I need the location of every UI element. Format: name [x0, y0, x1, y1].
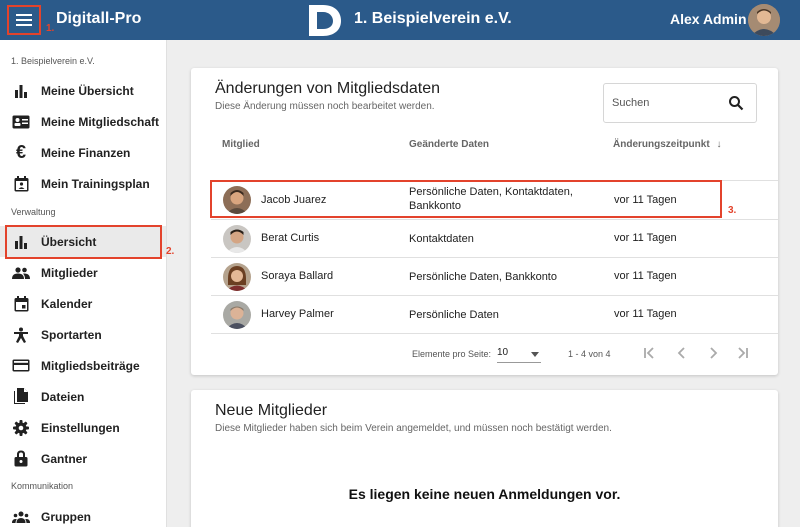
- sidebar: 1. Beispielverein e.V. Meine Übersicht M…: [0, 40, 167, 527]
- sidebar-item-meine-mitgliedschaft[interactable]: Meine Mitgliedschaft: [0, 106, 166, 137]
- sidebar-club-label: 1. Beispielverein e.V.: [11, 56, 95, 66]
- sidebar-item-meine-uebersicht[interactable]: Meine Übersicht: [0, 75, 166, 106]
- annotation-number: 1.: [46, 23, 55, 34]
- first-page-icon[interactable]: [643, 346, 657, 360]
- sidebar-item-label: Gruppen: [41, 509, 91, 524]
- sidebar-item-mitglieder[interactable]: Mitglieder: [0, 257, 166, 288]
- credit-card-icon: [12, 357, 30, 375]
- avatar: [223, 225, 251, 253]
- member-name: Berat Curtis: [261, 232, 320, 244]
- user-name[interactable]: Alex Admin: [670, 11, 747, 27]
- sidebar-section-verwaltung: Verwaltung: [11, 207, 56, 217]
- annotation-box-menu: [7, 5, 41, 35]
- change-time: vor 11 Tagen: [614, 270, 677, 282]
- sidebar-item-label: Dateien: [41, 389, 85, 404]
- column-header-member[interactable]: Mitglied: [222, 139, 260, 150]
- change-time: vor 11 Tagen: [614, 308, 677, 320]
- table-row[interactable]: Harvey Palmer Persönliche Daten vor 11 T…: [211, 296, 778, 334]
- column-header-changed[interactable]: Geänderte Daten: [409, 139, 489, 150]
- people-icon: [12, 264, 30, 282]
- pager-per-page-label: Elemente pro Seite:: [412, 349, 492, 359]
- sidebar-item-gantner[interactable]: Gantner: [0, 443, 166, 474]
- calendar-person-icon: [12, 175, 30, 193]
- sidebar-item-sportarten[interactable]: Sportarten: [0, 319, 166, 350]
- files-icon: [12, 388, 30, 406]
- sidebar-item-label: Gantner: [41, 451, 88, 466]
- person-sport-icon: [12, 326, 30, 344]
- pager-range: 1 - 4 von 4: [568, 349, 611, 359]
- member-name: Soraya Ballard: [261, 270, 334, 282]
- new-members-card: Neue Mitglieder Diese Mitglieder haben s…: [191, 390, 778, 527]
- avatar: [223, 301, 251, 329]
- club-title: 1. Beispielverein e.V.: [354, 10, 512, 27]
- card-subtitle: Diese Änderung müssen noch bearbeitet we…: [215, 101, 435, 112]
- sidebar-item-label: Mein Trainingsplan: [41, 176, 150, 191]
- changed-data: Persönliche Daten, Bankkonto: [409, 271, 557, 283]
- next-page-icon[interactable]: [706, 346, 720, 360]
- card-title: Neue Mitglieder: [215, 402, 328, 419]
- sidebar-item-label: Sportarten: [41, 327, 102, 342]
- annotation-number: 2.: [166, 246, 175, 257]
- sidebar-item-label: Mitglieder: [41, 265, 98, 280]
- search-field[interactable]: [603, 83, 757, 123]
- app-title: Digitall-Pro: [56, 10, 142, 27]
- annotation-box-row: [210, 180, 722, 218]
- per-page-select[interactable]: 10: [497, 347, 541, 363]
- changed-data: Persönliche Daten: [409, 309, 499, 321]
- member-changes-card: Änderungen von Mitgliedsdaten Diese Ände…: [191, 68, 778, 375]
- arrow-down-icon: ↓: [716, 139, 722, 150]
- card-subtitle: Diese Mitglieder haben sich beim Verein …: [215, 423, 612, 434]
- changed-data: Kontaktdaten: [409, 233, 474, 245]
- sidebar-item-mitgliedsbeitraege[interactable]: Mitgliedsbeiträge: [0, 350, 166, 381]
- euro-icon: €: [15, 142, 26, 162]
- bar-chart-icon: [12, 82, 30, 100]
- top-app-bar: Digitall-Pro 1. Beispielverein e.V. Alex…: [0, 0, 800, 40]
- sidebar-item-label: Einstellungen: [41, 420, 120, 435]
- empty-state-message: Es liegen keine neuen Anmeldungen vor.: [348, 486, 621, 502]
- dropdown-arrow-icon: [531, 352, 539, 357]
- sidebar-section-kommunikation: Kommunikation: [11, 481, 74, 491]
- sidebar-item-gruppen[interactable]: Gruppen: [0, 501, 166, 527]
- table-row[interactable]: Berat Curtis Kontaktdaten vor 11 Tagen: [211, 220, 778, 258]
- column-header-time-label: Änderungszeitpunkt: [613, 139, 710, 150]
- lock-icon: [12, 450, 30, 468]
- table-row[interactable]: Soraya Ballard Persönliche Daten, Bankko…: [211, 258, 778, 296]
- change-time: vor 11 Tagen: [614, 232, 677, 244]
- last-page-icon[interactable]: [735, 346, 749, 360]
- sidebar-item-label: Meine Übersicht: [41, 83, 134, 98]
- search-input[interactable]: [604, 84, 724, 122]
- search-icon[interactable]: [728, 95, 744, 111]
- card-title: Änderungen von Mitgliedsdaten: [215, 80, 441, 97]
- sidebar-item-label: Meine Finanzen: [41, 145, 131, 160]
- calendar-icon: [12, 295, 30, 313]
- column-header-time[interactable]: Änderungszeitpunkt ↓: [613, 139, 721, 150]
- sidebar-item-einstellungen[interactable]: Einstellungen: [0, 412, 166, 443]
- sidebar-item-label: Mitgliedsbeiträge: [41, 358, 140, 373]
- previous-page-icon[interactable]: [675, 346, 689, 360]
- annotation-number: 3.: [728, 205, 737, 216]
- annotation-box-uebersicht: [5, 225, 162, 259]
- club-logo-icon: [309, 5, 341, 36]
- user-avatar[interactable]: [748, 4, 780, 36]
- groups-icon: [12, 508, 30, 526]
- sidebar-item-label: Kalender: [41, 296, 93, 311]
- sidebar-item-mein-trainingsplan[interactable]: Mein Trainingsplan: [0, 168, 166, 199]
- member-name: Harvey Palmer: [261, 308, 334, 320]
- avatar: [223, 263, 251, 291]
- sidebar-item-kalender[interactable]: Kalender: [0, 288, 166, 319]
- id-card-icon: [12, 113, 30, 131]
- sidebar-item-meine-finanzen[interactable]: € Meine Finanzen: [0, 137, 166, 168]
- sidebar-item-dateien[interactable]: Dateien: [0, 381, 166, 412]
- sidebar-item-label: Meine Mitgliedschaft: [41, 114, 160, 129]
- per-page-value: 10: [497, 347, 509, 358]
- gear-icon: [12, 419, 30, 437]
